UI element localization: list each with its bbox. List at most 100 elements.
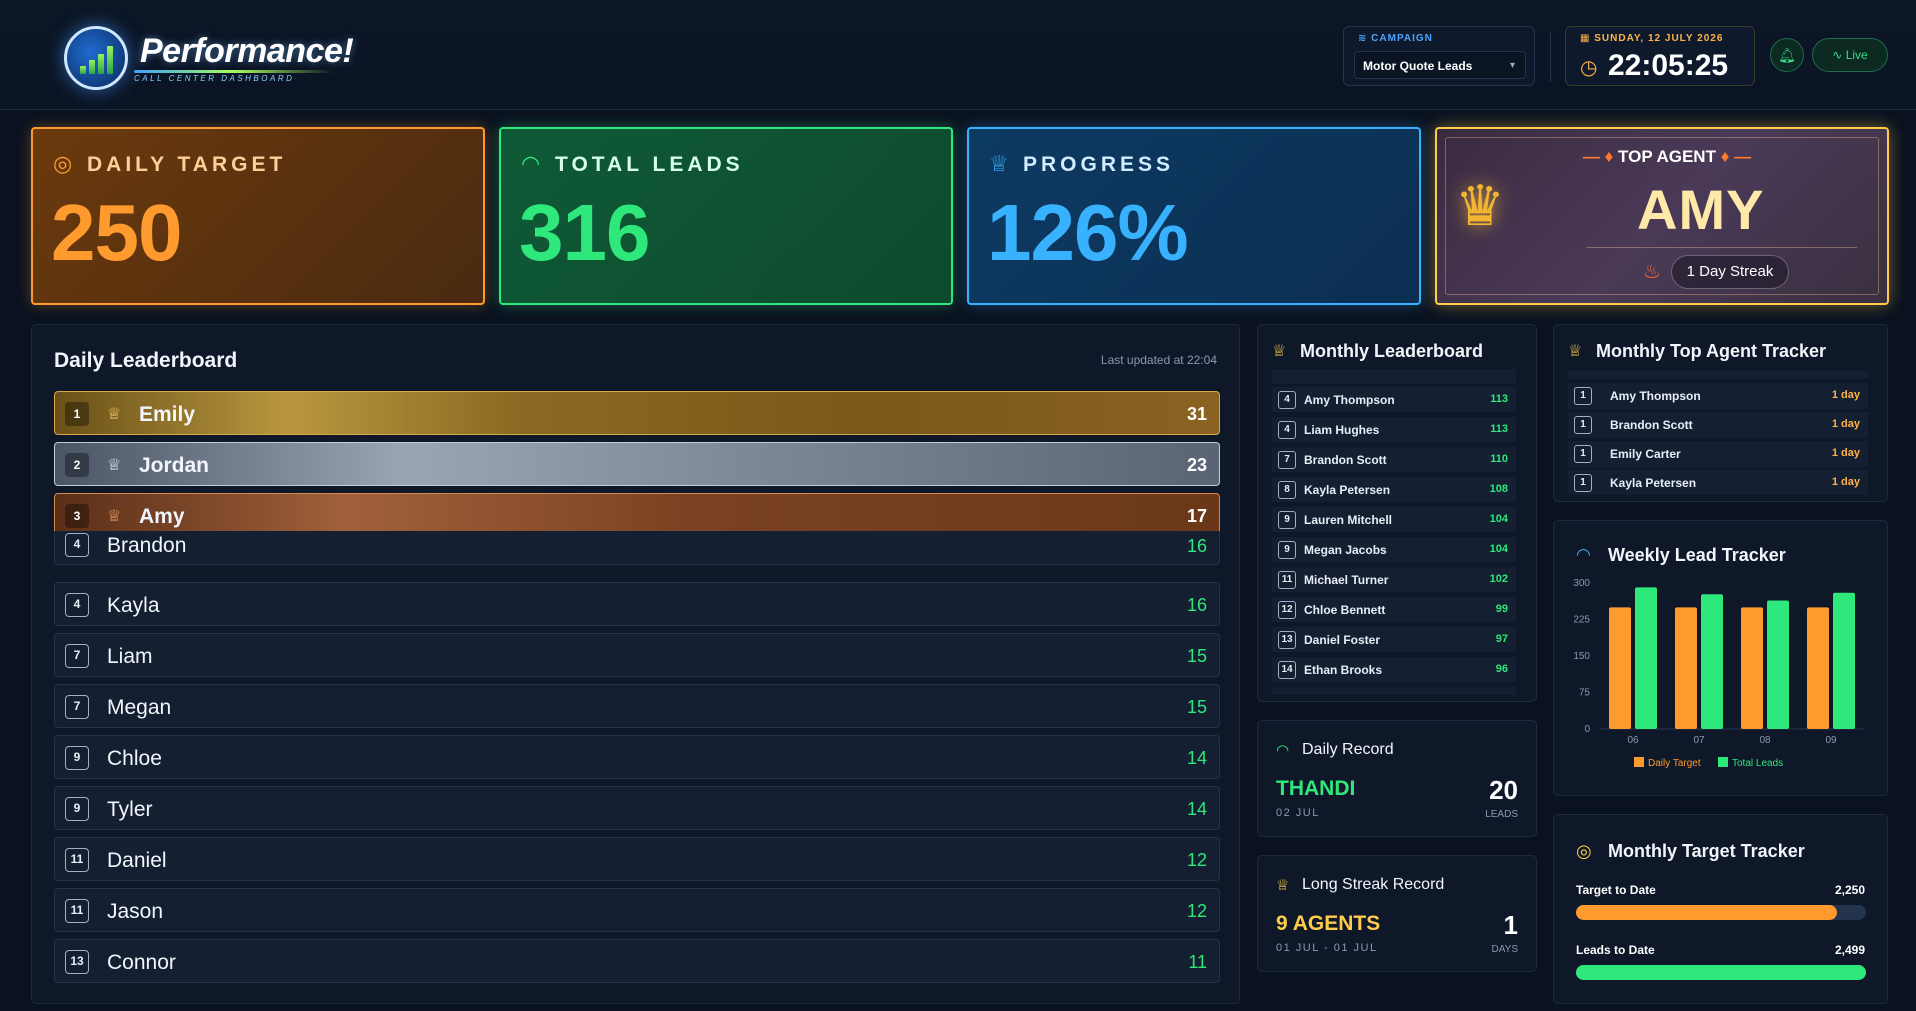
legend-swatch	[1634, 757, 1644, 767]
live-button[interactable]: ∿ Live	[1812, 38, 1888, 72]
rank-badge: 1	[65, 402, 89, 426]
list-item[interactable]: 9 Megan Jacobs 104	[1272, 537, 1516, 563]
agent-score: 104	[1489, 543, 1508, 555]
table-row[interactable]: 1 ♕ Emily 31	[54, 391, 1220, 435]
target-icon: ◎	[1576, 841, 1592, 861]
list-item	[1568, 371, 1868, 379]
y-tick-label: 150	[1573, 651, 1590, 662]
agent-score: 102	[1489, 573, 1508, 585]
list-item[interactable]: 1 Amy Thompson 1 day	[1568, 383, 1868, 409]
agent-name: Brandon Scott	[1304, 453, 1387, 467]
campaign-dropdown[interactable]: Motor Quote Leads ▾	[1354, 51, 1526, 79]
x-tick-label: 09	[1825, 735, 1837, 746]
list-item	[1272, 369, 1516, 385]
leads-progress-fill	[1576, 965, 1866, 980]
daily-record-name: THANDI	[1276, 777, 1356, 800]
progress-card: ♕ PROGRESS 126%	[967, 127, 1421, 305]
logo-swoosh	[134, 70, 334, 73]
logo: Performance! CALL CENTER DASHBOARD	[30, 22, 354, 92]
agent-score: 14	[1186, 748, 1207, 768]
list-item[interactable]: 1 Brandon Scott 1 day	[1568, 412, 1868, 438]
agent-name: Kayla Petersen	[1304, 483, 1391, 497]
list-item[interactable]: 4 Amy Thompson 113	[1272, 387, 1516, 413]
rank-badge: 11	[65, 899, 89, 923]
agent-name: Emily	[139, 403, 196, 426]
rank-badge: 3	[65, 504, 89, 528]
list-item[interactable]: 12 Chloe Bennett 99	[1272, 597, 1516, 623]
target-to-date-value: 2,250	[1834, 883, 1865, 897]
header: Performance! CALL CENTER DASHBOARD ≋ CAM…	[0, 0, 1916, 110]
list-item[interactable]: 1 Kayla Petersen 1 day	[1568, 470, 1868, 495]
table-row[interactable]: 4 Kayla 16	[54, 582, 1220, 626]
agent-name: Lauren Mitchell	[1304, 513, 1393, 527]
list-item[interactable]: 11 Michael Turner 102	[1272, 567, 1516, 593]
table-row[interactable]: 7 Megan 15	[54, 684, 1220, 728]
agent-score: 23	[1186, 455, 1207, 475]
agent-score: 12	[1186, 901, 1207, 921]
rank-badge: 8	[1278, 481, 1296, 499]
chevron-down-icon: ▾	[1509, 60, 1515, 71]
list-item[interactable]: 7 Brandon Scott 110	[1272, 447, 1516, 473]
crown-icon: ♕	[107, 508, 122, 525]
list-item[interactable]: 13 Daniel Foster 97	[1272, 627, 1516, 653]
layers-icon: ≋	[1358, 33, 1372, 44]
bar-total-leads	[1635, 587, 1657, 729]
list-item[interactable]: 8 Kayla Petersen 108	[1272, 477, 1516, 503]
monthly-leaderboard-list[interactable]: 4 Amy Thompson 113 4 Liam Hughes 113 7 Brando…	[1272, 369, 1524, 695]
agent-name: Emily Carter	[1610, 447, 1681, 461]
streak-days: 1 day	[1831, 418, 1860, 430]
gauge-icon: ◠	[521, 151, 541, 176]
legend-swatch	[1718, 757, 1728, 767]
rank-badge: 11	[1278, 571, 1296, 589]
bar-daily-target	[1609, 607, 1631, 729]
bar-total-leads	[1701, 594, 1723, 729]
daily-leaderboard-title: Daily Leaderboard	[54, 349, 238, 372]
table-row[interactable]: 13 Connor 11	[54, 939, 1220, 983]
table-row[interactable]: 4 Brandon 16	[54, 531, 1220, 565]
table-row[interactable]: 11 Daniel 12	[54, 837, 1220, 881]
leads-to-date-label: Leads to Date	[1576, 943, 1655, 957]
table-row[interactable]: 7 Liam 15	[54, 633, 1220, 677]
top-agent-divider	[1587, 247, 1857, 248]
clock-time: 22:05:25	[1608, 49, 1729, 82]
agent-name: Amy Thompson	[1304, 393, 1395, 407]
target-to-date-label: Target to Date	[1576, 883, 1656, 897]
monthly-target-tracker: ◎ Monthly Target Tracker Target to Date …	[1553, 814, 1888, 1004]
campaign-value: Motor Quote Leads	[1363, 59, 1473, 73]
list-item[interactable]: 4 Liam Hughes 113	[1272, 417, 1516, 443]
agent-score: 110	[1490, 453, 1508, 465]
streak-days: 1 day	[1831, 476, 1860, 488]
agent-score: 16	[1186, 595, 1207, 615]
table-row[interactable]: 11 Jason 12	[54, 888, 1220, 932]
list-item[interactable]: 1 Emily Carter 1 day	[1568, 441, 1868, 467]
bell-icon[interactable]: 🔔︎	[1770, 38, 1804, 72]
top-agent-tracker-list[interactable]: 1 Amy Thompson 1 day 1 Brandon Scott 1 day 1…	[1568, 371, 1876, 495]
agent-name: Michael Turner	[1304, 573, 1389, 587]
trophy-icon: ♕	[989, 151, 1009, 176]
table-row[interactable]: 9 Chloe 14	[54, 735, 1220, 779]
daily-target-card: ◎ DAILY TARGET 250	[31, 127, 485, 305]
daily-record-date: 02 JUL	[1276, 807, 1320, 819]
y-tick-label: 0	[1584, 724, 1590, 735]
list-item	[1272, 687, 1516, 695]
long-streak-date: 01 JUL - 01 JUL	[1276, 942, 1378, 954]
agent-score: 15	[1186, 646, 1207, 666]
rank-badge: 13	[65, 950, 89, 974]
rank-badge: 1	[1574, 416, 1592, 434]
list-item[interactable]: 9 Lauren Mitchell 104	[1272, 507, 1516, 533]
rank-badge: 14	[1278, 661, 1296, 679]
list-item[interactable]: 14 Ethan Brooks 96	[1272, 657, 1516, 683]
total-leads-card: ◠ TOTAL LEADS 316	[499, 127, 953, 305]
legend-label: Daily Target	[1648, 758, 1701, 769]
long-streak-card: ♕ Long Streak Record 9 AGENTS 01 JUL - 0…	[1257, 855, 1537, 972]
agent-name: Chloe	[107, 747, 162, 770]
table-row[interactable]: 9 Tyler 14	[54, 786, 1220, 830]
bar-daily-target	[1741, 607, 1763, 729]
agent-name: Daniel	[107, 849, 167, 872]
agent-score: 14	[1186, 799, 1207, 819]
rank-badge: 1	[1574, 445, 1592, 463]
rank-badge: 9	[1278, 511, 1296, 529]
agent-name: Ethan Brooks	[1304, 663, 1383, 677]
table-row[interactable]: 2 ♕ Jordan 23	[54, 442, 1220, 486]
long-streak-name: 9 AGENTS	[1276, 912, 1381, 935]
